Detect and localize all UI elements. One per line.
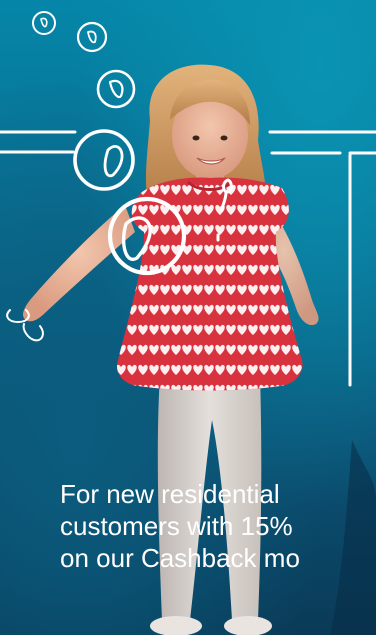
caption-line-3: on our Cashback mo	[60, 543, 300, 573]
hero-banner: For new residential customers with 15% o…	[0, 0, 376, 635]
hero-caption: For new residential customers with 15% o…	[60, 478, 376, 574]
caption-line-1: For new residential	[60, 479, 280, 509]
caption-line-2: customers with 15%	[60, 511, 293, 541]
